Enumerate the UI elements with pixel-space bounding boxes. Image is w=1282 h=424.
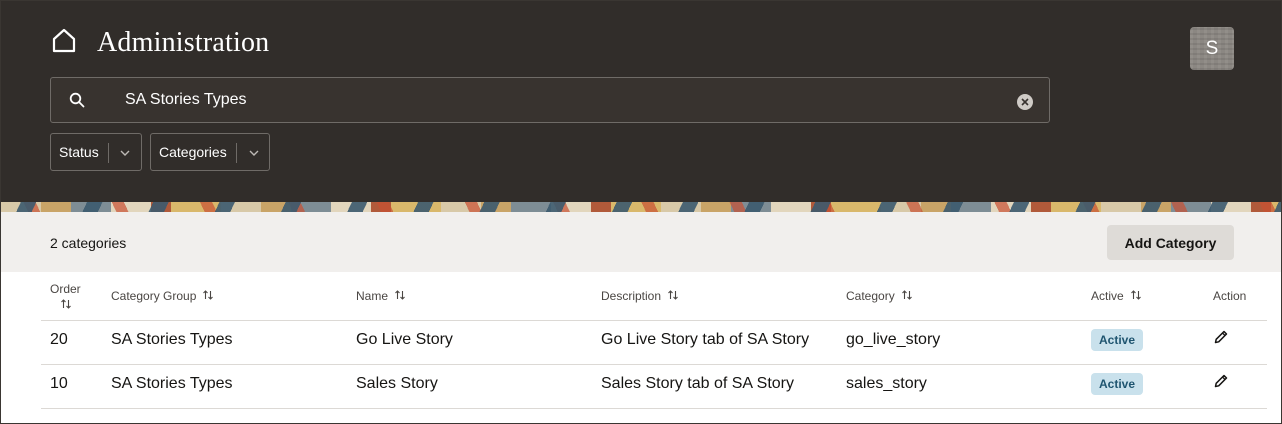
sort-icon bbox=[901, 290, 912, 300]
sort-icon bbox=[203, 290, 214, 300]
results-count: 2 categories bbox=[50, 235, 127, 251]
cell-order: 10 bbox=[50, 375, 68, 392]
search-input[interactable] bbox=[125, 78, 1005, 122]
status-badge: Active bbox=[1091, 329, 1144, 351]
cell-description: Go Live Story tab of SA Story bbox=[601, 331, 810, 348]
sort-icon bbox=[61, 299, 71, 309]
categories-filter[interactable]: Categories bbox=[150, 133, 270, 171]
column-header-label: Active bbox=[1091, 289, 1124, 303]
sort-icon bbox=[1130, 290, 1141, 300]
column-header-active[interactable]: Active bbox=[1091, 289, 1142, 303]
column-header-name[interactable]: Name bbox=[356, 289, 406, 303]
page-header: Administration S Status Categories bbox=[1, 1, 1281, 212]
edit-icon[interactable] bbox=[1213, 329, 1229, 345]
column-header-category[interactable]: Category bbox=[846, 289, 913, 303]
search-box bbox=[50, 77, 1050, 123]
column-header-action: Action bbox=[1213, 289, 1247, 303]
column-header-label: Category Group bbox=[111, 289, 197, 303]
filter-divider bbox=[236, 143, 237, 163]
edit-icon[interactable] bbox=[1213, 373, 1229, 389]
column-header-description[interactable]: Description bbox=[601, 289, 679, 303]
categories-filter-label: Categories bbox=[159, 144, 227, 160]
clear-search-icon[interactable] bbox=[1017, 94, 1033, 110]
status-filter-label: Status bbox=[59, 144, 99, 160]
user-avatar[interactable]: S bbox=[1190, 27, 1234, 70]
cell-category-group: SA Stories Types bbox=[111, 375, 233, 392]
chevron-down-icon bbox=[249, 150, 259, 156]
column-header-label: Order bbox=[50, 282, 81, 296]
row-divider bbox=[41, 364, 1267, 365]
home-icon[interactable] bbox=[50, 27, 78, 55]
header-divider bbox=[41, 320, 1267, 321]
cell-description: Sales Story tab of SA Story bbox=[601, 375, 794, 392]
page-title: Administration bbox=[97, 27, 270, 58]
column-header-label: Name bbox=[356, 289, 389, 303]
search-icon bbox=[69, 92, 85, 108]
filter-divider bbox=[108, 143, 109, 163]
cell-name: Go Live Story bbox=[356, 331, 453, 348]
cell-category: go_live_story bbox=[846, 331, 941, 348]
cell-category: sales_story bbox=[846, 375, 927, 392]
status-filter[interactable]: Status bbox=[50, 133, 142, 171]
sort-icon bbox=[395, 290, 405, 300]
row-divider bbox=[41, 408, 1267, 409]
add-category-button[interactable]: Add Category bbox=[1107, 225, 1234, 260]
column-header-label: Description bbox=[601, 289, 662, 303]
chevron-down-icon bbox=[120, 150, 130, 156]
status-badge: Active bbox=[1091, 373, 1144, 395]
sort-icon bbox=[668, 290, 678, 300]
column-header-order[interactable]: Order bbox=[50, 282, 81, 310]
cell-category-group: SA Stories Types bbox=[111, 331, 233, 348]
cell-name: Sales Story bbox=[356, 375, 438, 392]
column-header-category-group[interactable]: Category Group bbox=[111, 289, 214, 303]
app-frame: Administration S Status Categories bbox=[0, 0, 1282, 424]
column-header-label: Category bbox=[846, 289, 895, 303]
results-toolbar: 2 categories Add Category bbox=[1, 212, 1281, 272]
cell-order: 20 bbox=[50, 331, 68, 348]
